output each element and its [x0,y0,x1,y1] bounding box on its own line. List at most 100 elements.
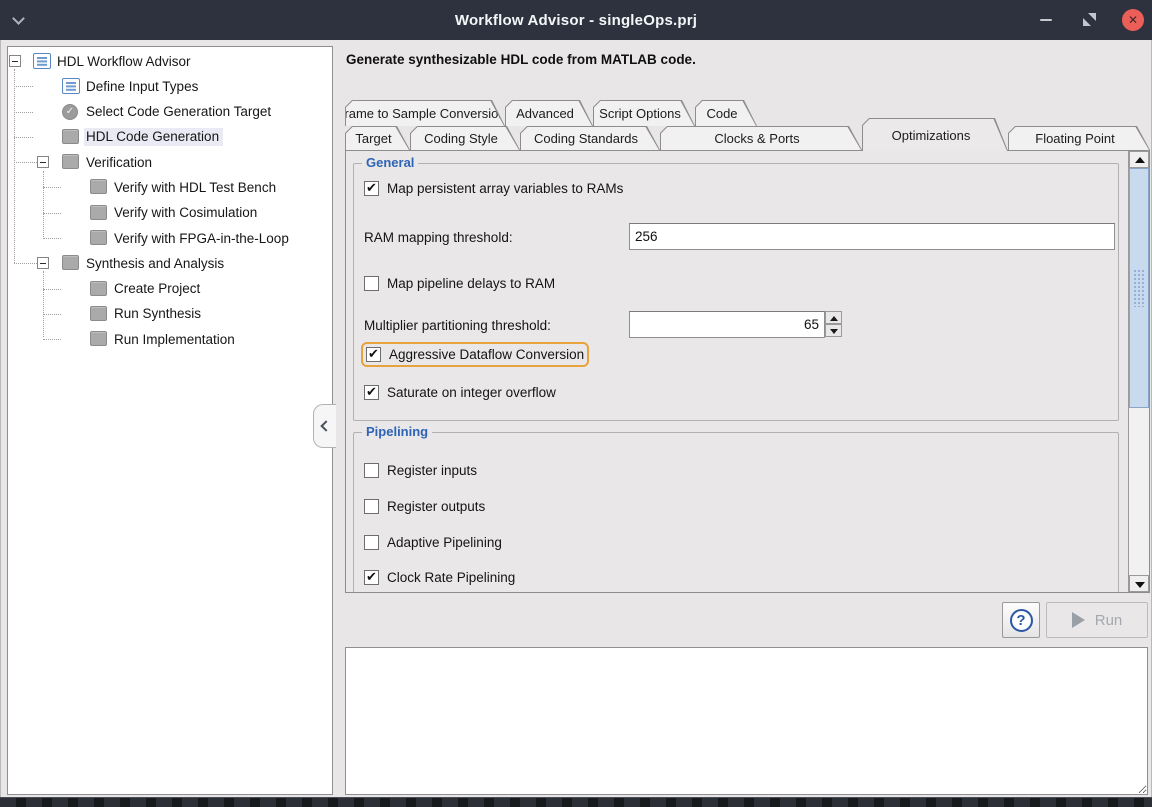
tree-item-define-input-types[interactable]: Define Input Types [8,74,332,99]
tree-item-verify-with-fpga-in-the-loop[interactable]: Verify with FPGA-in-the-Loop [8,226,332,251]
tree-connector [43,238,61,239]
ram-threshold-label: RAM mapping threshold: [364,230,513,245]
triangle-up-icon [1135,157,1145,163]
spinner-down-button[interactable] [825,324,842,337]
tree-item-verify-with-cosimulation[interactable]: Verify with Cosimulation [8,201,332,226]
checkbox-icon[interactable] [364,181,379,196]
titlebar: Workflow Advisor - singleOps.prj ✕ [0,0,1152,40]
checkbox-saturate-overflow[interactable]: Saturate on integer overflow [364,385,556,400]
multiplier-threshold-label: Multiplier partitioning threshold: [364,318,551,333]
tree-item-create-project[interactable]: Create Project [8,277,332,302]
group-title: Pipelining [362,424,432,439]
task-icon [62,154,79,169]
triangle-down-icon [830,329,838,334]
task-icon [90,205,107,220]
scroll-up-button[interactable] [1129,151,1149,168]
task-icon [90,179,107,194]
play-icon [1072,612,1085,628]
check-circle-icon: ✓ [62,104,78,120]
tree-connector [43,187,61,188]
checkbox-aggressive-dataflow[interactable]: Aggressive Dataflow Conversion [366,347,584,362]
tree-item-verify-with-hdl-test-bench[interactable]: Verify with HDL Test Bench [8,175,332,200]
restore-icon [1083,18,1091,26]
tree-item-hdl-workflow-advisor[interactable]: HDL Workflow Advisor [8,49,332,74]
workflow-tree: HDL Workflow Advisor Define Input Types … [7,46,333,795]
tab-coding-standards[interactable]: Coding Standards [520,126,660,150]
chevron-left-icon [320,420,331,431]
tree-connector [43,213,61,214]
checkbox-icon[interactable] [364,276,379,291]
tab-floating-point[interactable]: Floating Point [1008,126,1150,150]
tree-connector [14,263,37,264]
restore-button[interactable] [1083,13,1096,26]
task-icon [90,281,107,296]
tree-item-hdl-code-generation[interactable]: HDL Code Generation [8,125,332,150]
checkbox-icon[interactable] [366,347,381,362]
tree-item-verification[interactable]: Verification [8,150,332,175]
checkbox-adaptive-pipelining[interactable]: Adaptive Pipelining [364,535,502,550]
tree-connector [43,314,61,315]
tab-code[interactable]: Code [695,100,757,126]
close-button[interactable]: ✕ [1122,9,1144,31]
checkbox-icon[interactable] [364,535,379,550]
tree-connector [14,162,37,163]
checkbox-icon[interactable] [364,463,379,478]
tree-item-synthesis-and-analysis[interactable]: Synthesis and Analysis [8,251,332,276]
tab-coding-style[interactable]: Coding Style [410,126,520,150]
task-icon [62,255,79,270]
tree-item-run-implementation[interactable]: Run Implementation [8,327,332,352]
scrollbar-thumb[interactable] [1129,168,1149,408]
multiplier-threshold-spinner [629,311,842,338]
general-group: General Map persistent array variables t… [353,163,1119,421]
window-bottom-edge [0,797,1152,807]
tree-item-run-synthesis[interactable]: Run Synthesis [8,302,332,327]
list-icon [62,78,80,94]
tab-optimizations[interactable]: Optimizations [862,118,1008,151]
checkbox-register-outputs[interactable]: Register outputs [364,499,485,514]
task-icon [90,331,107,346]
optimizations-tab-panel: General Map persistent array variables t… [345,150,1150,593]
splitter-collapse-button[interactable] [313,404,336,448]
tab-script-options[interactable]: Script Options [593,100,695,126]
triangle-down-icon [1135,582,1145,588]
checkbox-icon[interactable] [364,499,379,514]
task-description: Generate synthesizable HDL code from MAT… [346,52,696,67]
tree-item-select-code-generation-target[interactable]: ✓ Select Code Generation Target [8,100,332,125]
help-button[interactable]: ? [1002,602,1040,638]
tree-connector [14,137,33,138]
checkbox-register-inputs[interactable]: Register inputs [364,463,477,478]
run-button[interactable]: Run [1046,602,1148,638]
list-icon [33,53,51,69]
collapse-expander-icon[interactable] [37,156,49,168]
checkbox-icon[interactable] [364,570,379,585]
tab-target[interactable]: Target [345,126,410,150]
checkbox-icon[interactable] [364,385,379,400]
tab-advanced[interactable]: Advanced [505,100,593,126]
vertical-scrollbar[interactable] [1128,151,1149,592]
tree-connector [14,86,33,87]
status-message-area[interactable] [345,647,1148,795]
scroll-down-button[interactable] [1129,575,1149,592]
minimize-button[interactable] [1040,19,1052,21]
tree-connector [43,339,61,340]
tab-frame-to-sample-conversion[interactable]: Frame to Sample Conversion [345,100,505,126]
tree-connector [14,112,33,113]
help-icon: ? [1010,609,1033,632]
tab-clocks-and-ports[interactable]: Clocks & Ports [660,126,862,150]
collapse-expander-icon[interactable] [37,257,49,269]
spinner-up-button[interactable] [825,311,842,324]
group-title: General [362,155,418,170]
triangle-up-icon [830,316,838,321]
collapse-expander-icon[interactable] [9,55,21,67]
task-icon [90,230,107,245]
checkbox-clock-rate-pipelining[interactable]: Clock Rate Pipelining [364,570,515,585]
checkbox-map-pipeline-delays[interactable]: Map pipeline delays to RAM [364,276,555,291]
tree-connector [43,289,61,290]
task-icon [90,306,107,321]
multiplier-threshold-input[interactable] [629,311,825,338]
window-title: Workflow Advisor - singleOps.prj [0,12,1152,29]
ram-threshold-input[interactable] [629,223,1115,250]
checkbox-map-persistent-arrays[interactable]: Map persistent array variables to RAMs [364,181,623,196]
pipelining-group: Pipelining Register inputs Register outp… [353,432,1119,593]
task-icon [62,129,79,144]
